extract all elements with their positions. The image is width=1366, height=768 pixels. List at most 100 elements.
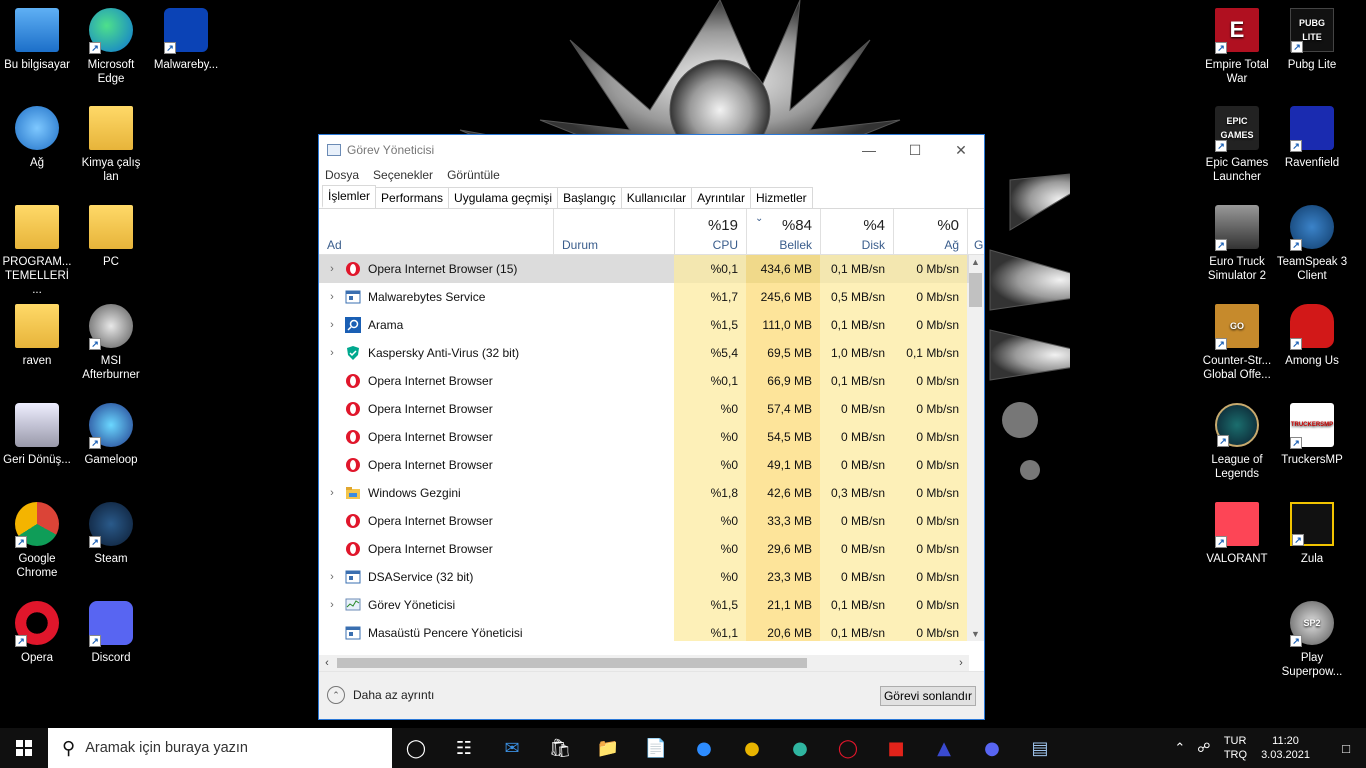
chevron-right-icon[interactable]: › bbox=[319, 347, 345, 359]
maximize-button[interactable]: ☐ bbox=[892, 135, 938, 165]
process-row[interactable]: Opera Internet Browser %0 33,3 MB 0 MB/sn 0 … bbox=[319, 507, 969, 535]
chrome-icon[interactable]: ● bbox=[728, 728, 776, 768]
task-manager-window[interactable]: Görev Yöneticisi — ☐ ✕ Dosya Seçenekler … bbox=[318, 134, 985, 720]
menu-options[interactable]: Seçenekler bbox=[373, 168, 433, 182]
minimize-button[interactable]: — bbox=[846, 135, 892, 165]
process-row[interactable]: › Arama %1,5 111,0 MB 0,1 MB/sn 0 Mb/sn bbox=[319, 311, 969, 339]
desktop-icon[interactable]: Geri Dönüş... bbox=[0, 403, 74, 467]
column-status[interactable]: Durum bbox=[553, 209, 674, 255]
tab-startup[interactable]: Başlangıç bbox=[557, 187, 622, 208]
chevron-right-icon[interactable]: › bbox=[319, 571, 345, 583]
desktop-icon[interactable]: Ağ bbox=[0, 106, 74, 170]
process-row[interactable]: › Malwarebytes Service %1,7 245,6 MB 0,5 MB/… bbox=[319, 283, 969, 311]
horizontal-scrollbar[interactable]: ‹ › bbox=[319, 655, 969, 671]
column-gpu[interactable]: G bbox=[967, 209, 984, 255]
hscroll-thumb[interactable] bbox=[337, 658, 807, 668]
scroll-down-icon[interactable]: ▼ bbox=[967, 629, 984, 639]
desktop-icon[interactable]: PC bbox=[74, 205, 148, 269]
fewer-details-button[interactable]: ⌃ Daha az ayrıntı bbox=[327, 686, 434, 704]
show-hidden-icons-icon[interactable]: ⌃ bbox=[1168, 740, 1192, 756]
opera-icon[interactable]: ◯ bbox=[824, 728, 872, 768]
chevron-right-icon[interactable]: › bbox=[319, 291, 345, 303]
chevron-right-icon[interactable]: › bbox=[319, 487, 345, 499]
desktop-icon[interactable]: ↗ Opera bbox=[0, 601, 74, 665]
mail-icon[interactable]: ✉ bbox=[488, 728, 536, 768]
desktop-icon[interactable]: ↗ VALORANT bbox=[1200, 502, 1274, 566]
desktop-icon[interactable]: Kimya çalış lan bbox=[74, 106, 148, 184]
column-name[interactable]: Ad bbox=[319, 209, 553, 255]
tab-performance[interactable]: Performans bbox=[375, 187, 450, 208]
desktop-icon[interactable]: ↗ MSI Afterburner bbox=[74, 304, 148, 382]
tab-services[interactable]: Hizmetler bbox=[749, 187, 813, 208]
language-indicator[interactable]: TUR TRQ bbox=[1224, 734, 1247, 762]
discord-icon[interactable]: ● bbox=[968, 728, 1016, 768]
store-icon[interactable]: 🛍 bbox=[536, 728, 584, 768]
desktop-icon[interactable]: ↗ League of Legends bbox=[1200, 403, 1274, 481]
chevron-right-icon[interactable]: › bbox=[319, 599, 345, 611]
file-explorer-icon[interactable]: 📁 bbox=[584, 728, 632, 768]
desktop-icon[interactable]: ↗ Malwareby... bbox=[149, 8, 223, 72]
process-row[interactable]: › Görev Yöneticisi %1,5 21,1 MB 0,1 MB/sn 0 M… bbox=[319, 591, 969, 619]
process-row[interactable]: › Kaspersky Anti-Virus (32 bit) %5,4 69,5 M… bbox=[319, 339, 969, 367]
menu-file[interactable]: Dosya bbox=[325, 168, 359, 182]
desktop-icon[interactable]: Bu bilgisayar bbox=[0, 8, 74, 72]
desktop-icon[interactable]: ↗ Among Us bbox=[1275, 304, 1349, 368]
desktop-icon[interactable]: ↗ Discord bbox=[74, 601, 148, 665]
process-row[interactable]: Opera Internet Browser %0 57,4 MB 0 MB/sn 0 … bbox=[319, 395, 969, 423]
notifications-icon[interactable]: □ bbox=[1326, 741, 1366, 756]
scroll-up-icon[interactable]: ▲ bbox=[967, 257, 984, 267]
tab-details[interactable]: Ayrıntılar bbox=[691, 187, 751, 208]
vertical-scrollbar[interactable]: ▲ ▼ bbox=[967, 255, 984, 641]
process-row[interactable]: Opera Internet Browser %0 49,1 MB 0 MB/sn 0 … bbox=[319, 451, 969, 479]
roblox-icon[interactable]: ■ bbox=[872, 728, 920, 768]
end-task-button[interactable]: Görevi sonlandır bbox=[879, 686, 976, 706]
desktop-icon[interactable]: ↗ Steam bbox=[74, 502, 148, 566]
desktop-icon[interactable]: ↗ Ravenfield bbox=[1275, 106, 1349, 170]
ravenfield-icon[interactable]: ▲ bbox=[920, 728, 968, 768]
close-button[interactable]: ✕ bbox=[938, 135, 984, 165]
scroll-thumb[interactable] bbox=[969, 273, 982, 307]
file-icon[interactable]: 📄 bbox=[632, 728, 680, 768]
desktop-icon[interactable]: TRUCKERSMP ↗ TruckersMP bbox=[1275, 403, 1349, 467]
zoom-icon[interactable]: ● bbox=[680, 728, 728, 768]
scroll-left-icon[interactable]: ‹ bbox=[319, 655, 335, 671]
desktop-icon[interactable]: SP2 ↗ Play Superpow... bbox=[1275, 601, 1349, 679]
meet-now-icon[interactable]: ☍ bbox=[1192, 740, 1216, 756]
process-row[interactable]: Masaüstü Pencere Yöneticisi %1,1 20,6 MB 0,… bbox=[319, 619, 969, 641]
clock[interactable]: 11:20 3.03.2021 bbox=[1261, 734, 1310, 762]
desktop-icon[interactable]: PUBG LITE ↗ Pubg Lite bbox=[1275, 8, 1349, 72]
task-manager-icon[interactable]: ▤ bbox=[1016, 728, 1064, 768]
edge-icon[interactable]: ● bbox=[776, 728, 824, 768]
desktop-icon[interactable]: raven bbox=[0, 304, 74, 368]
tab-app-history[interactable]: Uygulama geçmişi bbox=[448, 187, 559, 208]
chevron-right-icon[interactable]: › bbox=[319, 263, 345, 275]
desktop-icon[interactable]: ↗ Gameloop bbox=[74, 403, 148, 467]
process-row[interactable]: Opera Internet Browser %0 54,5 MB 0 MB/sn 0 … bbox=[319, 423, 969, 451]
desktop-icon[interactable]: ↗ Euro Truck Simulator 2 bbox=[1200, 205, 1274, 283]
desktop-icon[interactable]: E ↗ Empire Total War bbox=[1200, 8, 1274, 86]
desktop-icon[interactable]: ↗ Microsoft Edge bbox=[74, 8, 148, 86]
scroll-right-icon[interactable]: › bbox=[953, 655, 969, 671]
task-view-icon[interactable]: ☷ bbox=[440, 728, 488, 768]
process-row[interactable]: › Windows Gezgini %1,8 42,6 MB 0,3 MB/sn 0 Mb… bbox=[319, 479, 969, 507]
column-disk[interactable]: %4 Disk bbox=[820, 209, 893, 255]
process-row[interactable]: Opera Internet Browser %0,1 66,9 MB 0,1 MB/… bbox=[319, 367, 969, 395]
desktop-icon[interactable]: ↗ Zula bbox=[1275, 502, 1349, 566]
title-bar[interactable]: Görev Yöneticisi — ☐ ✕ bbox=[319, 135, 984, 165]
search-box[interactable]: ⚲ Aramak için buraya yazın bbox=[48, 728, 392, 768]
process-row[interactable]: Opera Internet Browser %0 29,6 MB 0 MB/sn 0 … bbox=[319, 535, 969, 563]
menu-view[interactable]: Görüntüle bbox=[447, 168, 500, 182]
chevron-right-icon[interactable]: › bbox=[319, 319, 345, 331]
cortana-icon[interactable]: ◯ bbox=[392, 728, 440, 768]
desktop-icon[interactable]: GO ↗ Counter-Str... Global Offe... bbox=[1200, 304, 1274, 382]
process-row[interactable]: › DSAService (32 bit) %0 23,3 MB 0 MB/sn 0 Mb… bbox=[319, 563, 969, 591]
column-cpu[interactable]: %19 CPU bbox=[674, 209, 746, 255]
column-memory[interactable]: ⌄ %84 Bellek bbox=[746, 209, 820, 255]
desktop-icon[interactable]: ↗ Google Chrome bbox=[0, 502, 74, 580]
tab-users[interactable]: Kullanıcılar bbox=[620, 187, 693, 208]
start-button[interactable] bbox=[0, 728, 48, 768]
desktop-icon[interactable]: ↗ TeamSpeak 3 Client bbox=[1275, 205, 1349, 283]
column-network[interactable]: %0 Ağ bbox=[893, 209, 967, 255]
desktop-icon[interactable]: EPIC GAMES ↗ Epic Games Launcher bbox=[1200, 106, 1274, 184]
process-row[interactable]: › Opera Internet Browser (15) %0,1 434,6 MB… bbox=[319, 255, 969, 283]
